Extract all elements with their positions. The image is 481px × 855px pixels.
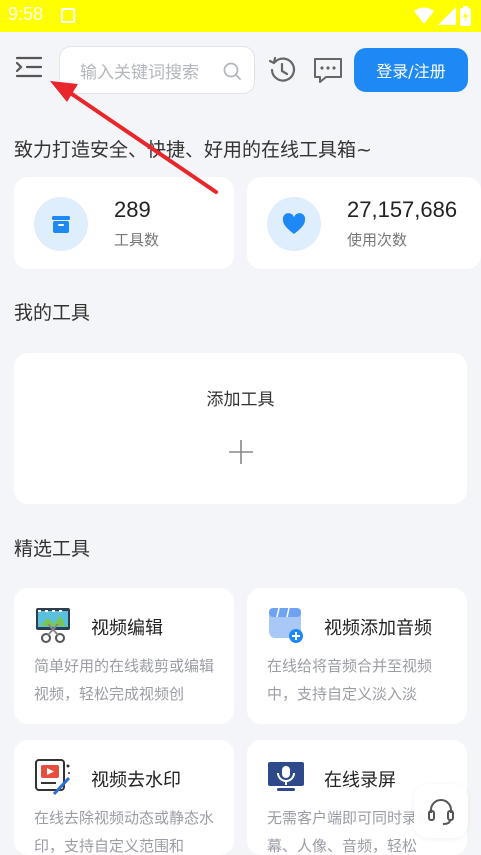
video-edit-icon bbox=[36, 608, 70, 643]
tool-card-video-edit[interactable]: 视频编辑 简单好用的在线裁剪或编辑视频，轻松完成视频创 bbox=[14, 588, 234, 724]
notification-icon bbox=[61, 8, 75, 23]
tool-desc: 在线去除视频动态或静态水印，支持自定义范围和 bbox=[34, 809, 215, 855]
usage-count-label: 使用次数 bbox=[347, 231, 408, 249]
tool-count-label: 工具数 bbox=[114, 231, 160, 249]
headset-icon bbox=[428, 799, 454, 825]
video-add-audio-icon bbox=[269, 607, 303, 643]
featured-tools-title: 精选工具 bbox=[14, 538, 91, 560]
tool-card-video-add-audio[interactable]: 视频添加音频 在线给将音频合并至视频中，支持自定义淡入淡 bbox=[247, 588, 467, 724]
search-icon bbox=[223, 62, 241, 80]
search-input[interactable]: 输入关键词搜索 bbox=[59, 46, 255, 94]
stat-icon-bg bbox=[34, 197, 88, 251]
tool-desc: 在线给将音频合并至视频中，支持自定义淡入淡 bbox=[267, 657, 433, 703]
history-icon bbox=[268, 56, 296, 82]
box-icon bbox=[52, 216, 70, 233]
plus-icon bbox=[229, 440, 253, 464]
tool-count-value: 289 bbox=[114, 197, 151, 222]
status-icons bbox=[414, 6, 471, 26]
menu-icon bbox=[15, 56, 43, 78]
search-placeholder: 输入关键词搜索 bbox=[80, 62, 199, 83]
status-bar: 9:58 bbox=[0, 0, 481, 32]
video-watermark-icon bbox=[35, 759, 71, 796]
add-tool-label: 添加工具 bbox=[206, 390, 275, 410]
menu-button[interactable] bbox=[14, 54, 46, 84]
usage-count-value: 27,157,686 bbox=[347, 197, 458, 222]
tool-name: 视频编辑 bbox=[91, 618, 163, 639]
customer-support-button[interactable] bbox=[414, 784, 468, 838]
heart-icon bbox=[282, 213, 306, 234]
status-time: 9:58 bbox=[8, 4, 44, 24]
stat-icon-bg bbox=[267, 197, 321, 251]
login-register-button[interactable]: 登录/注册 bbox=[354, 48, 468, 92]
message-button[interactable] bbox=[312, 54, 344, 90]
tool-card-video-watermark[interactable]: 视频去水印 在线去除视频动态或静态水印，支持自定义范围和 bbox=[14, 740, 234, 855]
top-bar: 输入关键词搜索 登录/注册 bbox=[0, 32, 481, 108]
signal-icon bbox=[438, 7, 456, 25]
stat-card-tools: 289 工具数 bbox=[14, 177, 234, 269]
add-tool-card[interactable]: 添加工具 bbox=[14, 353, 467, 504]
battery-icon bbox=[460, 6, 471, 26]
history-button[interactable] bbox=[266, 54, 298, 90]
wifi-icon bbox=[414, 7, 434, 24]
slogan: 致力打造安全、快捷、好用的在线工具箱~ bbox=[14, 139, 372, 161]
screen-record-icon bbox=[268, 762, 304, 791]
tool-name: 视频去水印 bbox=[91, 770, 181, 791]
stat-card-usage: 27,157,686 使用次数 bbox=[247, 177, 481, 269]
message-icon bbox=[314, 58, 342, 83]
tool-desc: 简单好用的在线裁剪或编辑视频，轻松完成视频创 bbox=[34, 657, 215, 703]
tool-name: 在线录屏 bbox=[324, 770, 396, 791]
my-tools-title: 我的工具 bbox=[14, 302, 91, 324]
tool-name: 视频添加音频 bbox=[324, 618, 432, 639]
